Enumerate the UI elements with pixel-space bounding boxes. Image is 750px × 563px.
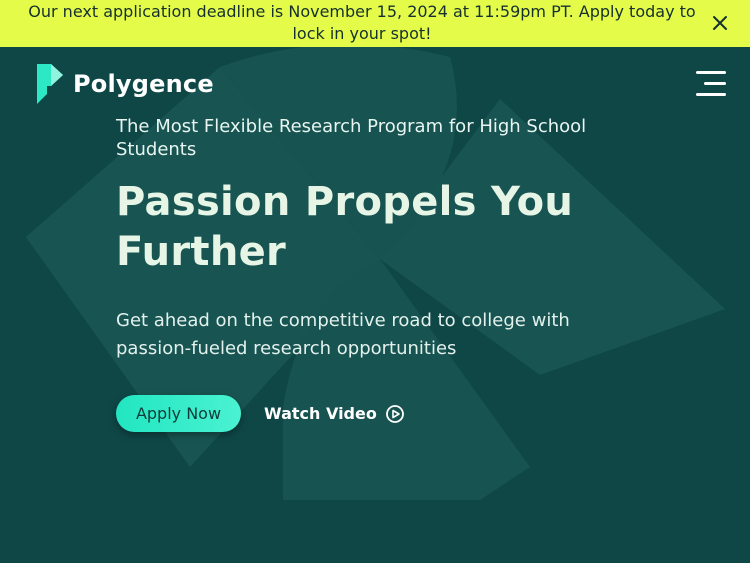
watch-video-button[interactable]: Watch Video [264,404,405,424]
hamburger-menu-icon[interactable] [694,69,728,99]
announcement-banner: Our next application deadline is Novembe… [0,0,750,47]
top-navigation: Polygence [0,47,750,119]
banner-text: Our next application deadline is Novembe… [28,2,696,43]
apply-now-button[interactable]: Apply Now [116,395,241,432]
watch-video-label: Watch Video [264,404,377,423]
logo[interactable]: Polygence [37,64,214,104]
play-circle-icon [385,404,404,423]
hero-content: The Most Flexible Research Program for H… [116,115,636,363]
close-icon[interactable] [708,11,732,35]
hero-cta-group: Apply Now Watch Video [116,395,405,432]
hero-eyebrow: The Most Flexible Research Program for H… [116,116,587,160]
hero-headline: Passion Propels You Further [116,179,574,275]
polygence-logo-icon [37,64,63,104]
hero-subtext: Get ahead on the competitive road to col… [116,310,570,359]
logo-text: Polygence [73,70,214,98]
